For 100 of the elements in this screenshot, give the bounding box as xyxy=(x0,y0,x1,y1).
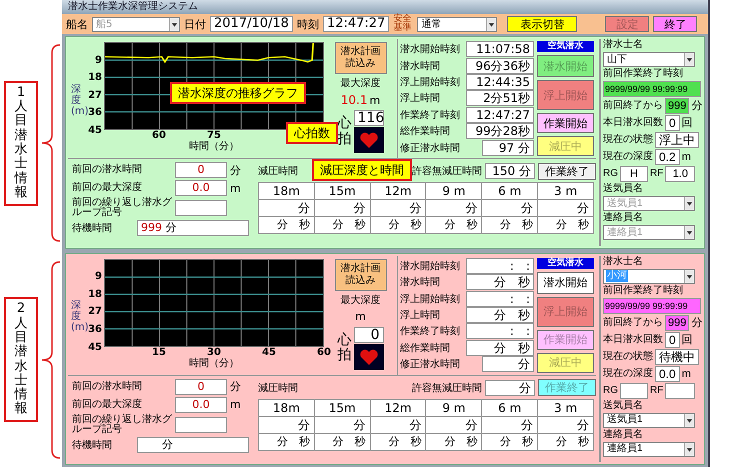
minutes-cell: 分 xyxy=(259,416,315,434)
minutes-cell: 分 xyxy=(482,200,538,217)
status-value: 0 xyxy=(665,332,680,348)
diver-name-dropdown[interactable]: 小河 xyxy=(603,268,695,284)
wait-time-value: 分 xyxy=(137,436,249,452)
time-label: 潜水開始時刻 xyxy=(400,42,460,56)
depth-column-header: 18m xyxy=(259,400,315,416)
time-value: 分 秒 xyxy=(466,306,534,323)
diver-name-label: 潜水士名 xyxy=(603,256,644,268)
axis-tick-label: 45 xyxy=(88,125,103,136)
axis-tick-label: 60 xyxy=(152,130,166,141)
previous-label: 前回の繰り返し潜水グループ記号 xyxy=(72,414,172,434)
safety-dropdown[interactable]: 通常 xyxy=(417,16,498,32)
previous-label: 前回の潜水時間 xyxy=(72,165,143,175)
time-value: : : xyxy=(466,290,534,307)
status-value: 浮上中 xyxy=(655,132,699,148)
last-end-value: 9999/99/99 99:99:99 xyxy=(603,298,701,314)
time-label: 作業終了時刻 xyxy=(400,108,460,122)
minutes-seconds-cell: 分 秒 xyxy=(482,217,538,234)
diver-name-dropdown[interactable]: 山下 xyxy=(603,52,695,67)
heart-rate-label: 心拍 xyxy=(338,116,352,147)
rf-value: 1.0 xyxy=(665,166,696,182)
rf-label: RF xyxy=(650,168,664,180)
minutes-cell: 分 xyxy=(314,200,371,217)
heart-rate-label: 心拍 xyxy=(338,332,352,364)
max-depth-label: 最大深度 xyxy=(340,294,380,306)
tender-dropdown[interactable]: 送気員1 xyxy=(603,412,695,428)
callout-label: 潜水深度の推移グラフ xyxy=(170,82,306,104)
axis-tick-label: 9 xyxy=(95,271,103,282)
previous-value: 0 xyxy=(175,162,227,178)
time-value: 2分51秒 xyxy=(466,90,534,106)
decompression-label: 減圧時間 xyxy=(258,164,298,178)
previous-value: 0 xyxy=(175,378,227,394)
time-label: 修正潜水時間 xyxy=(400,358,460,372)
wait-time-value: 999 分 xyxy=(137,220,249,236)
minutes-seconds-cell: 分 秒 xyxy=(314,434,371,450)
depth-column-header: 9 m xyxy=(426,183,482,200)
minutes-cell: 分 xyxy=(259,200,315,217)
time-label: 潜水開始時刻 xyxy=(400,260,460,273)
dropdown-caret-icon xyxy=(684,197,694,210)
load-plan-button[interactable]: 潜水計画読込み xyxy=(334,42,386,74)
time-value: 分 秒 xyxy=(466,274,534,290)
since-value: 999 xyxy=(665,314,690,330)
toolbar-button[interactable]: 終了 xyxy=(653,16,698,32)
diver-section-label: 1人目潜水士情報 xyxy=(4,80,38,206)
axis-tick-label: 18 xyxy=(88,72,103,84)
dropdown-caret-icon xyxy=(684,442,694,456)
status-value: 0 xyxy=(665,115,680,131)
safety-label: 安全基準 xyxy=(393,15,412,33)
finish-work-button[interactable]: 作業終了 xyxy=(538,162,596,180)
action-button[interactable]: 潜水開始 xyxy=(537,272,594,294)
unit-label: m xyxy=(682,151,691,163)
depth-column-header: 3 m xyxy=(538,400,594,416)
contact-dropdown[interactable]: 連絡員1 xyxy=(603,442,695,456)
minutes-cell: 分 xyxy=(426,200,482,217)
action-button[interactable]: 作業開始 xyxy=(537,113,594,133)
previous-value: 0.0 xyxy=(175,396,227,412)
rf-value xyxy=(665,382,696,398)
load-plan-button[interactable]: 潜水計画読込み xyxy=(334,258,386,290)
previous-label: 前回の繰り返し潜水グループ記号 xyxy=(72,198,172,218)
toolbar-button[interactable]: 表示切替 xyxy=(507,16,578,32)
axis-title: 時間（分） xyxy=(189,141,239,152)
axis-tick-label: 9 xyxy=(95,54,103,66)
no-decompression-label: 許容無減圧時間 xyxy=(412,164,482,178)
last-end-label: 前回作業終了時刻 xyxy=(603,284,684,296)
no-decompression-value: 150 分 xyxy=(485,163,535,179)
minutes-seconds-cell: 分 秒 xyxy=(314,217,371,234)
time-value: : : xyxy=(466,323,534,340)
time-value: 11:07:58 xyxy=(466,41,534,58)
rg-value xyxy=(620,382,648,398)
time-value: 96分36秒 xyxy=(466,58,534,74)
previous-label: 前回の最大深度 xyxy=(72,400,143,410)
depth-column-header: 9 m xyxy=(426,400,482,416)
axis-tick-label: 75 xyxy=(207,130,221,141)
minutes-cell: 分 xyxy=(426,416,482,434)
previous-label: 前回の潜水時間 xyxy=(72,382,143,392)
date-label: 日付 xyxy=(184,16,206,32)
unit-label: 分 xyxy=(691,100,702,112)
minutes-seconds-cell: 分 秒 xyxy=(259,434,315,450)
time-value: 12:44:35 xyxy=(466,74,534,90)
axis-tick-label: 18 xyxy=(88,288,103,300)
max-depth-value: 10.1 xyxy=(340,93,368,107)
axis-tick-label: 45 xyxy=(88,342,103,352)
since-label: 前回終了から xyxy=(603,316,663,328)
depth-column-header: 15m xyxy=(314,400,371,416)
minutes-seconds-cell: 分 秒 xyxy=(538,434,594,450)
axis-tick-label: 15 xyxy=(152,346,166,358)
status-label: 現在の深度 xyxy=(603,151,653,163)
rg-label: RG xyxy=(603,384,618,396)
time-value: : : xyxy=(466,258,534,274)
dropdown-caret-icon xyxy=(486,18,496,30)
dive-mode-label: 空気潜水 xyxy=(537,258,594,268)
callout-label: 減圧深度と時間 xyxy=(312,159,412,181)
minutes-cell: 分 xyxy=(370,200,426,217)
time-value: 12:47:27 xyxy=(322,16,390,32)
window-title: 潜水士作業水深管理システム xyxy=(62,0,708,14)
minutes-seconds-cell: 分 秒 xyxy=(370,434,426,450)
minutes-seconds-cell: 分 秒 xyxy=(482,434,538,450)
wait-time-label: 待機時間 xyxy=(72,222,113,235)
time-value: 分 秒 xyxy=(466,340,534,356)
